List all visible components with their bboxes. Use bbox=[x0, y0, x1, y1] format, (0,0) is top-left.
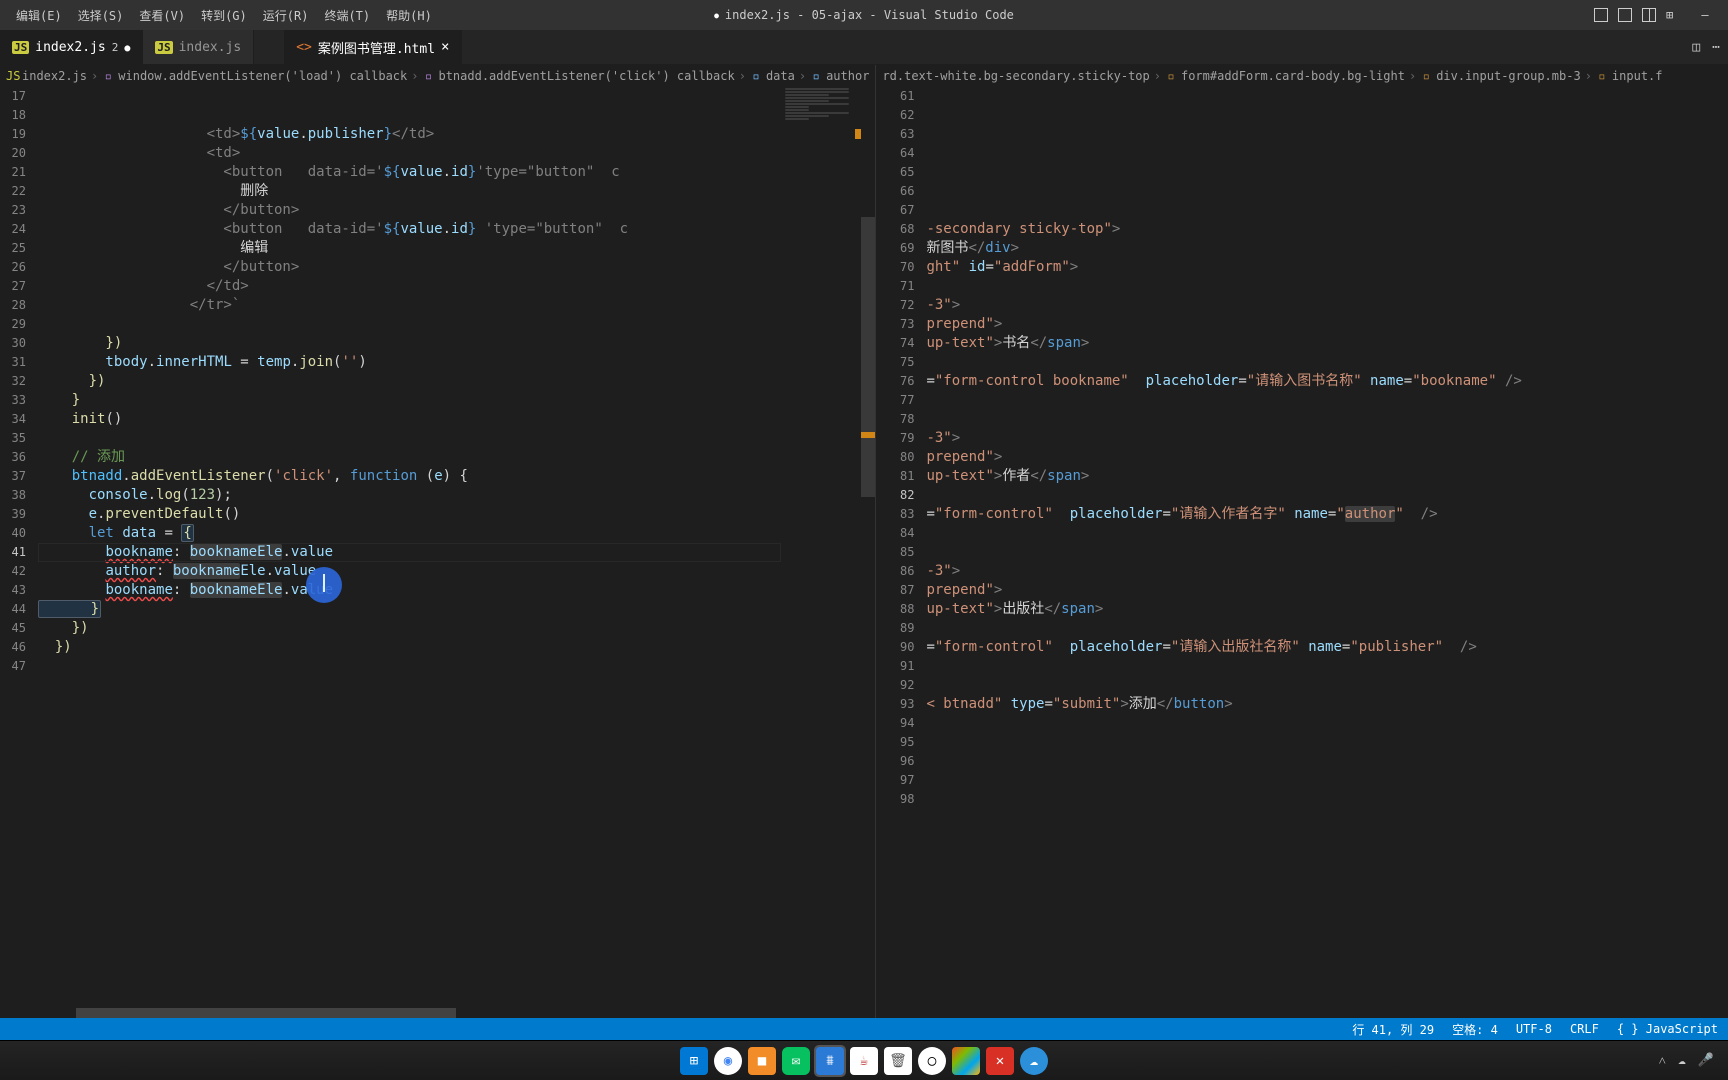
breadcrumb-symbol[interactable]: input.f bbox=[1612, 69, 1663, 83]
breadcrumb-file[interactable]: index2.js bbox=[22, 69, 87, 83]
menubar: 编辑(E) 选择(S) 查看(V) 转到(G) 运行(R) 终端(T) 帮助(H… bbox=[0, 0, 1728, 30]
method-icon: ▫ bbox=[102, 69, 114, 83]
cloud-icon[interactable]: ☁ bbox=[1020, 1047, 1048, 1075]
vscode-icon[interactable]: ⩩ bbox=[816, 1047, 844, 1075]
html-file-icon: <> bbox=[296, 40, 312, 55]
menu-view[interactable]: 查看(V) bbox=[131, 7, 193, 24]
code-right[interactable]: -secondary sticky-top"> 新图书</div> ght" i… bbox=[926, 87, 1728, 1018]
app-cup-icon[interactable]: ☕ bbox=[850, 1047, 878, 1075]
app-blocks-icon[interactable] bbox=[952, 1047, 980, 1075]
menu-edit[interactable]: 编辑(E) bbox=[8, 7, 70, 24]
property-icon: ▫ bbox=[810, 69, 822, 83]
tab-index-js[interactable]: JS index.js bbox=[143, 30, 254, 64]
system-tray[interactable]: ˄ ☁ 🎤 bbox=[1659, 1053, 1714, 1069]
variable-icon: ▫ bbox=[750, 69, 762, 83]
breadcrumb-symbol[interactable]: data bbox=[766, 69, 795, 83]
tab-label: index.js bbox=[179, 40, 242, 55]
status-cursor-pos[interactable]: 行 41, 列 29 bbox=[1352, 1021, 1434, 1038]
js-file-icon: JS bbox=[12, 41, 29, 54]
editor-right[interactable]: 6162636465666768697071727374757677787980… bbox=[876, 87, 1728, 1018]
vertical-scrollbar[interactable] bbox=[861, 217, 875, 497]
wechat-icon[interactable]: ✉ bbox=[782, 1047, 810, 1075]
tab-html[interactable]: <> 案例图书管理.html bbox=[284, 30, 462, 64]
chevron-right-icon: › bbox=[1154, 69, 1161, 83]
app-orange-icon[interactable]: ■ bbox=[748, 1047, 776, 1075]
minimap-left[interactable] bbox=[781, 87, 861, 1018]
menu-select[interactable]: 选择(S) bbox=[70, 7, 132, 24]
overview-ruler-left[interactable] bbox=[861, 87, 875, 1018]
breadcrumb-symbol[interactable]: div.input-group.mb-3 bbox=[1436, 69, 1581, 83]
code-left[interactable]: <td> <td>${value.publisher}</td> <td> <b… bbox=[38, 87, 781, 1018]
overview-marker bbox=[861, 432, 875, 438]
tabs-left-group: JS index2.js 2 JS index.js ◫ ⋯ <> 案例图书管理… bbox=[0, 30, 1728, 65]
tab-badge: 2 bbox=[112, 41, 119, 54]
status-encoding[interactable]: UTF-8 bbox=[1516, 1022, 1552, 1036]
breadcrumb-symbol[interactable]: form#addForm.card-body.bg-light bbox=[1181, 69, 1405, 83]
text-cursor bbox=[323, 574, 325, 592]
gutter-right: 6162636465666768697071727374757677787980… bbox=[876, 87, 926, 1018]
element-icon: ▫ bbox=[1165, 69, 1177, 83]
tab-index2-js[interactable]: JS index2.js 2 bbox=[0, 30, 143, 64]
breadcrumb-right[interactable]: rd.text-white.bg-secondary.sticky-top › … bbox=[876, 65, 1728, 87]
split-editor-icon[interactable]: ◫ bbox=[1692, 40, 1700, 55]
tray-mic-icon[interactable]: 🎤 bbox=[1698, 1053, 1714, 1069]
js-file-icon: JS bbox=[6, 69, 18, 83]
editor-group-right: rd.text-white.bg-secondary.sticky-top › … bbox=[876, 65, 1728, 1018]
element-icon: ▫ bbox=[1596, 69, 1608, 83]
tab-label: index2.js bbox=[35, 40, 105, 55]
editor-group-left: JS index2.js › ▫ window.addEventListener… bbox=[0, 65, 876, 1018]
horizontal-scrollbar[interactable] bbox=[76, 1008, 456, 1018]
menu-run[interactable]: 运行(R) bbox=[255, 7, 317, 24]
layout-panel-bottom-icon[interactable] bbox=[1618, 8, 1632, 22]
breadcrumb-symbol[interactable]: btnadd.addEventListener('click') callbac… bbox=[438, 69, 734, 83]
menu-goto[interactable]: 转到(G) bbox=[193, 7, 255, 24]
chevron-right-icon: › bbox=[1409, 69, 1416, 83]
window-title: index2.js - 05-ajax - Visual Studio Code bbox=[714, 8, 1014, 22]
breadcrumb-left[interactable]: JS index2.js › ▫ window.addEventListener… bbox=[0, 65, 875, 87]
breadcrumb-symbol[interactable]: window.addEventListener('load') callback bbox=[118, 69, 407, 83]
chevron-right-icon: › bbox=[91, 69, 98, 83]
tab-label: 案例图书管理.html bbox=[318, 38, 435, 57]
app-circle-icon[interactable]: ◯ bbox=[918, 1047, 946, 1075]
chevron-right-icon: › bbox=[799, 69, 806, 83]
status-indent[interactable]: 空格: 4 bbox=[1452, 1021, 1498, 1038]
layout-panel-left-icon[interactable] bbox=[1594, 8, 1608, 22]
chevron-right-icon: › bbox=[739, 69, 746, 83]
chevron-right-icon: › bbox=[411, 69, 418, 83]
status-language[interactable]: { } JavaScript bbox=[1617, 1022, 1718, 1036]
status-eol[interactable]: CRLF bbox=[1570, 1022, 1599, 1036]
statusbar: 行 41, 列 29 空格: 4 UTF-8 CRLF { } JavaScri… bbox=[0, 1018, 1728, 1040]
trash-icon[interactable]: 🗑 bbox=[884, 1047, 912, 1075]
tray-cloud-icon[interactable]: ☁ bbox=[1678, 1053, 1686, 1069]
windows-taskbar: ⊞ ◉ ■ ✉ ⩩ ☕ 🗑 ◯ ✕ ☁ ˄ ☁ 🎤 bbox=[0, 1040, 1728, 1080]
chevron-right-icon: › bbox=[1585, 69, 1592, 83]
method-icon: ▫ bbox=[422, 69, 434, 83]
window-minimize-icon[interactable]: — bbox=[1690, 8, 1720, 22]
menu-help[interactable]: 帮助(H) bbox=[378, 7, 440, 24]
editor-left[interactable]: 1718192021222324252627282930313233343536… bbox=[0, 87, 875, 1018]
js-file-icon: JS bbox=[155, 41, 172, 54]
breadcrumb-symbol[interactable]: author bbox=[826, 69, 869, 83]
more-actions-icon[interactable]: ⋯ bbox=[1712, 40, 1720, 55]
chrome-icon[interactable]: ◉ bbox=[714, 1047, 742, 1075]
layout-customize-icon[interactable]: ⊞ bbox=[1666, 8, 1680, 22]
tab-close-icon[interactable] bbox=[441, 39, 449, 55]
tray-chevron-up-icon[interactable]: ˄ bbox=[1659, 1053, 1666, 1069]
layout-panel-right-icon[interactable] bbox=[1642, 8, 1656, 22]
editor-split: JS index2.js › ▫ window.addEventListener… bbox=[0, 65, 1728, 1018]
gutter-left: 1718192021222324252627282930313233343536… bbox=[0, 87, 38, 1018]
start-menu-icon[interactable]: ⊞ bbox=[680, 1047, 708, 1075]
wps-icon[interactable]: ✕ bbox=[986, 1047, 1014, 1075]
breadcrumb-symbol[interactable]: rd.text-white.bg-secondary.sticky-top bbox=[882, 69, 1149, 83]
menu-terminal[interactable]: 终端(T) bbox=[316, 7, 378, 24]
tab-close-icon[interactable] bbox=[124, 40, 130, 55]
element-icon: ▫ bbox=[1420, 69, 1432, 83]
